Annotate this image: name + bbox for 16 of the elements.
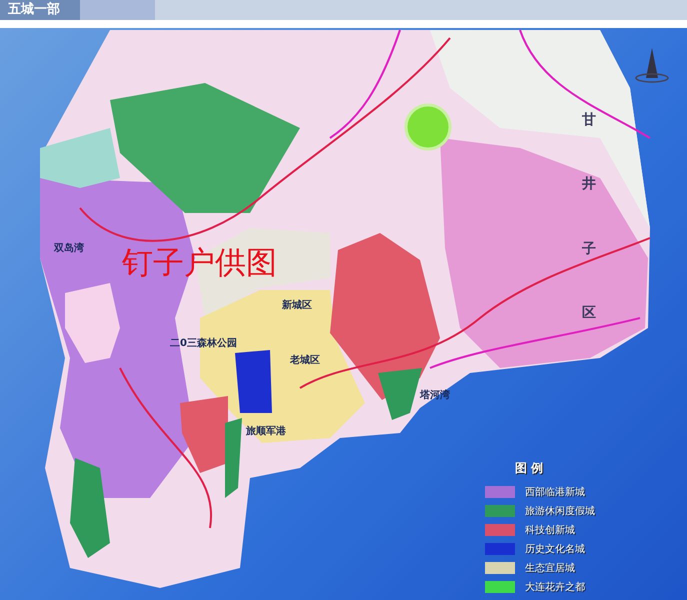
district-label: 甘井子区 xyxy=(582,111,596,324)
place-label: 旅顺军港 xyxy=(246,424,286,438)
place-label: 双岛湾 xyxy=(54,242,84,255)
legend-label: 旅游休闲度假城 xyxy=(525,504,595,518)
section-title: 五城一部 xyxy=(0,0,80,20)
place-label: 二0三森林公园 xyxy=(170,336,237,350)
legend-title: 图 例 xyxy=(515,460,544,477)
legend-label: 科技创新城 xyxy=(525,524,575,537)
place-label: 老城区 xyxy=(290,354,320,367)
legend-label: 历史文化名城 xyxy=(525,542,585,556)
overlay-caption: 钉子户供图 xyxy=(122,244,277,282)
legend-label: 大连花卉之都 xyxy=(525,580,585,594)
legend-label: 西部临港新城 xyxy=(525,486,585,499)
place-label: 新城区 xyxy=(282,298,312,312)
compass-icon xyxy=(635,48,669,83)
legend-label: 生态宜居城 xyxy=(525,562,575,575)
